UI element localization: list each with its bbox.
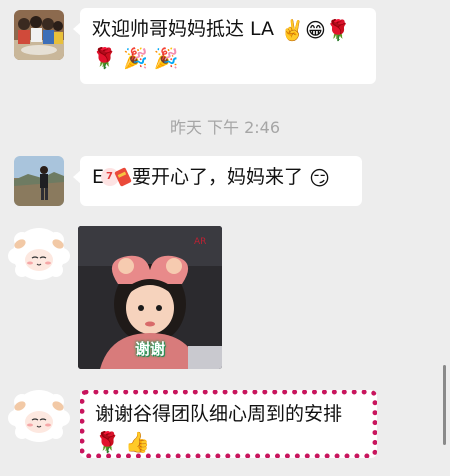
smirk-face-icon: 😏	[309, 165, 330, 190]
message-text: 谢谢谷得团队细心周到的安排	[95, 403, 343, 425]
message-text: 要开心了，妈妈来了	[132, 166, 304, 188]
grin-face-icon: 😁	[305, 17, 326, 42]
avatar-family[interactable]	[14, 10, 64, 60]
family-photo-icon	[14, 10, 64, 60]
avatar-sheep[interactable]	[8, 384, 70, 446]
thumbs-up-icon: 👍	[125, 430, 150, 454]
message-bubble[interactable]: E 7 要开心了，妈妈来了 😏	[73, 156, 362, 206]
red-envelope-sticker-icon: 7	[100, 165, 134, 191]
svg-text:AR: AR	[194, 237, 206, 247]
timestamp: 昨天 下午 2:46	[169, 118, 281, 137]
avatar-outdoor[interactable]	[14, 156, 64, 206]
sticker-caption: 谢谢	[135, 340, 166, 358]
rose-icon: 🌹	[325, 17, 351, 42]
message-bubble[interactable]: 欢迎帅哥妈妈抵达 LA ✌️😁🌹 🌹 🎉 🎉	[73, 8, 376, 84]
sheep-icon	[8, 228, 70, 280]
rose-icon: 🌹	[92, 45, 117, 70]
party-popper-icon: 🎉	[122, 45, 148, 70]
rose-icon: 🌹	[95, 430, 120, 454]
party-popper-icon: 🎉	[153, 45, 179, 70]
scrollbar[interactable]	[443, 365, 446, 445]
message-bubble-decorated[interactable]: 谢谢谷得团队细心周到的安排 🌹 👍	[80, 390, 377, 458]
avatar-sheep[interactable]	[8, 222, 70, 284]
message-text: 欢迎帅哥妈妈抵达 LA	[92, 18, 275, 40]
sheep-icon	[8, 390, 70, 442]
person-photo-icon	[14, 156, 64, 206]
sticker-image[interactable]: AR 谢谢	[78, 226, 222, 369]
victory-hand-icon: ✌️	[280, 17, 306, 42]
svg-text:7: 7	[106, 171, 113, 182]
